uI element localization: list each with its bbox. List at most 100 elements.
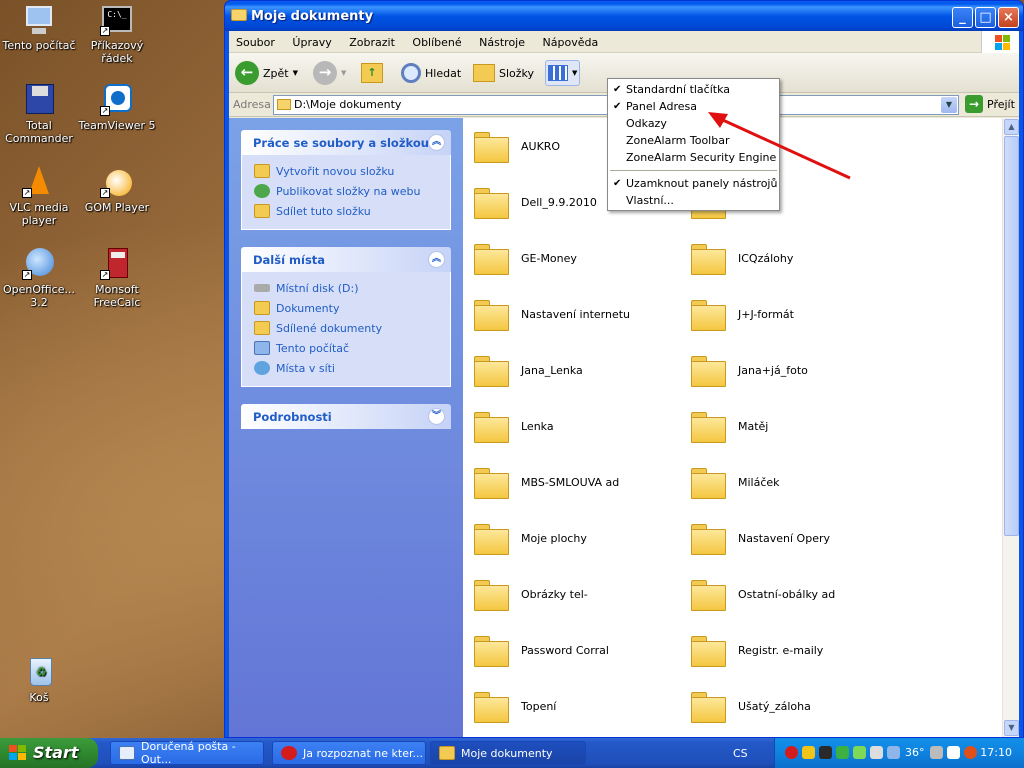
go-button[interactable]: → Přejít: [965, 95, 1015, 113]
network-tray-icon[interactable]: [853, 746, 866, 759]
folder-name: Topení: [521, 699, 557, 713]
folder-icon: [473, 522, 509, 555]
scroll-up-button[interactable]: ▲: [1004, 119, 1019, 135]
menu-help[interactable]: Nápověda: [536, 31, 606, 49]
folder-item[interactable]: GE-Money: [473, 238, 673, 278]
start-button[interactable]: Start: [0, 738, 98, 768]
task-publish-web[interactable]: Publikovat složky na webu: [254, 181, 450, 201]
folder-icon: [473, 186, 509, 219]
clock[interactable]: 17:10: [980, 746, 1012, 759]
minimize-button[interactable]: _: [952, 7, 973, 28]
task-outlook[interactable]: Doručená pošta - Out...: [110, 740, 264, 766]
zonealarm-icon[interactable]: [802, 746, 815, 759]
back-button[interactable]: ← Zpět ▼: [235, 60, 298, 86]
menu-favorites[interactable]: Oblíbené: [405, 31, 468, 49]
menu-tools[interactable]: Nástroje: [472, 31, 532, 49]
folder-name: AUKRO: [521, 139, 561, 153]
menu-item-standard-buttons[interactable]: ✔ Standardní tlačítka: [608, 81, 779, 98]
folder-item[interactable]: Moje plochy: [473, 518, 673, 558]
address-dropdown-button[interactable]: ▼: [941, 97, 957, 113]
maximize-button[interactable]: □: [975, 7, 996, 28]
app2-tray-icon[interactable]: [964, 746, 977, 759]
menu-file[interactable]: Soubor: [229, 31, 282, 49]
desktop-icon-total-commander[interactable]: Total Commander: [0, 84, 78, 145]
forward-dropdown-icon[interactable]: ▼: [341, 69, 346, 77]
scroll-down-button[interactable]: ▼: [1004, 720, 1019, 736]
folder-item[interactable]: Topení: [473, 686, 673, 726]
display-icon[interactable]: [887, 746, 900, 759]
place-my-computer[interactable]: Tento počítač: [254, 338, 450, 358]
desktop-icon-recycle-bin[interactable]: ♻ Koš: [0, 656, 78, 704]
expand-icon[interactable]: ︾: [428, 408, 445, 425]
forward-button[interactable]: → ▼: [313, 60, 346, 86]
views-dropdown-icon: ▼: [572, 69, 578, 77]
vertical-scrollbar[interactable]: ▲ ▼: [1002, 118, 1019, 737]
messenger-icon[interactable]: [947, 746, 960, 759]
place-shared-documents[interactable]: Sdílené dokumenty: [254, 318, 450, 338]
title-bar[interactable]: Moje dokumenty _ □ ×: [225, 1, 1023, 31]
folder-item[interactable]: Matěj: [690, 406, 890, 446]
menu-edit[interactable]: Úpravy: [285, 31, 338, 49]
folder-item[interactable]: Ostatní-obálky ad: [690, 574, 890, 614]
app-tray-icon[interactable]: [819, 746, 832, 759]
details-header[interactable]: Podrobnosti ︾: [241, 404, 451, 429]
task-opera[interactable]: Ja rozpoznat ne kter...: [272, 741, 426, 765]
desktop-icon-openoffice[interactable]: ↗ OpenOffice... 3.2: [0, 248, 78, 309]
task-my-documents[interactable]: Moje dokumenty: [430, 741, 586, 765]
folder-item[interactable]: Password Corral: [473, 630, 673, 670]
up-button[interactable]: ↑: [361, 60, 383, 86]
place-documents[interactable]: Dokumenty: [254, 298, 450, 318]
desktop-icon-teamviewer[interactable]: ↗ TeamViewer 5: [78, 84, 156, 132]
other-places-header[interactable]: Další místa ︽: [241, 247, 451, 272]
folder-name: Miláček: [738, 475, 780, 489]
temperature-readout[interactable]: 36°: [905, 746, 925, 759]
folder-name: ICQzálohy: [738, 251, 794, 265]
views-button[interactable]: ▼: [545, 60, 581, 86]
folder-icon: [690, 522, 726, 555]
folder-icon: [231, 9, 247, 21]
folder-item[interactable]: Ušatý_záloha: [690, 686, 890, 726]
collapse-icon[interactable]: ︽: [428, 134, 445, 151]
scroll-thumb[interactable]: [1004, 136, 1019, 536]
folder-item[interactable]: Jana_Lenka: [473, 350, 673, 390]
search-button[interactable]: Hledat: [401, 60, 461, 86]
task-share-folder[interactable]: Sdílet tuto složku: [254, 201, 450, 221]
red-annotation-arrow: [708, 112, 851, 180]
place-network[interactable]: Místa v síti: [254, 358, 450, 378]
task-new-folder[interactable]: Vytvořit novou složku: [254, 161, 450, 181]
folder-item[interactable]: Obrázky tel-: [473, 574, 673, 614]
taskbar: Start Doručená pošta - Out... Ja rozpozn…: [0, 738, 1024, 768]
folder-item[interactable]: Nastavení internetu: [473, 294, 673, 334]
folder-item[interactable]: J+J-formát: [690, 294, 890, 334]
folders-button[interactable]: Složky: [473, 60, 534, 86]
back-dropdown-icon[interactable]: ▼: [293, 69, 298, 77]
desktop-icon-my-computer[interactable]: Tento počítač: [0, 4, 78, 52]
owl-icon[interactable]: [870, 746, 883, 759]
folder-item[interactable]: MBS-SMLOUVA ad: [473, 462, 673, 502]
desktop-icon-freecalc[interactable]: ↗ Monsoft FreeCalc: [78, 248, 156, 309]
language-indicator[interactable]: CS: [733, 747, 748, 760]
desktop-icon-vlc[interactable]: ↗ VLC media player: [0, 166, 78, 227]
folder-item[interactable]: Jana+já_foto: [690, 350, 890, 390]
folder-item[interactable]: Lenka: [473, 406, 673, 446]
folder-item[interactable]: ICQzálohy: [690, 238, 890, 278]
desktop-icon-command-prompt[interactable]: C:\_ ↗ Příkazový řádek: [78, 4, 156, 65]
menu-item-customize[interactable]: Vlastní...: [608, 192, 779, 209]
desktop-icon-gom-player[interactable]: ↗ GOM Player: [78, 166, 156, 214]
close-button[interactable]: ×: [998, 7, 1019, 28]
menu-view[interactable]: Zobrazit: [342, 31, 402, 49]
folder-item[interactable]: Registr. e-maily: [690, 630, 890, 670]
opera-tray-icon[interactable]: [785, 746, 798, 759]
folder-name: Matěj: [738, 419, 769, 433]
security-icon[interactable]: [836, 746, 849, 759]
file-tasks-header[interactable]: Práce se soubory a složkou ︽: [241, 130, 451, 155]
folder-name: Registr. e-maily: [738, 643, 824, 657]
gom-player-icon: ↗: [100, 166, 134, 198]
folder-item[interactable]: Nastavení Opery: [690, 518, 890, 558]
folder-name: Obrázky tel-: [521, 587, 588, 601]
views-icon: [548, 65, 568, 81]
collapse-icon[interactable]: ︽: [428, 251, 445, 268]
speaker-icon[interactable]: [930, 746, 943, 759]
folder-item[interactable]: Miláček: [690, 462, 890, 502]
place-local-disk[interactable]: Místní disk (D:): [254, 278, 450, 298]
